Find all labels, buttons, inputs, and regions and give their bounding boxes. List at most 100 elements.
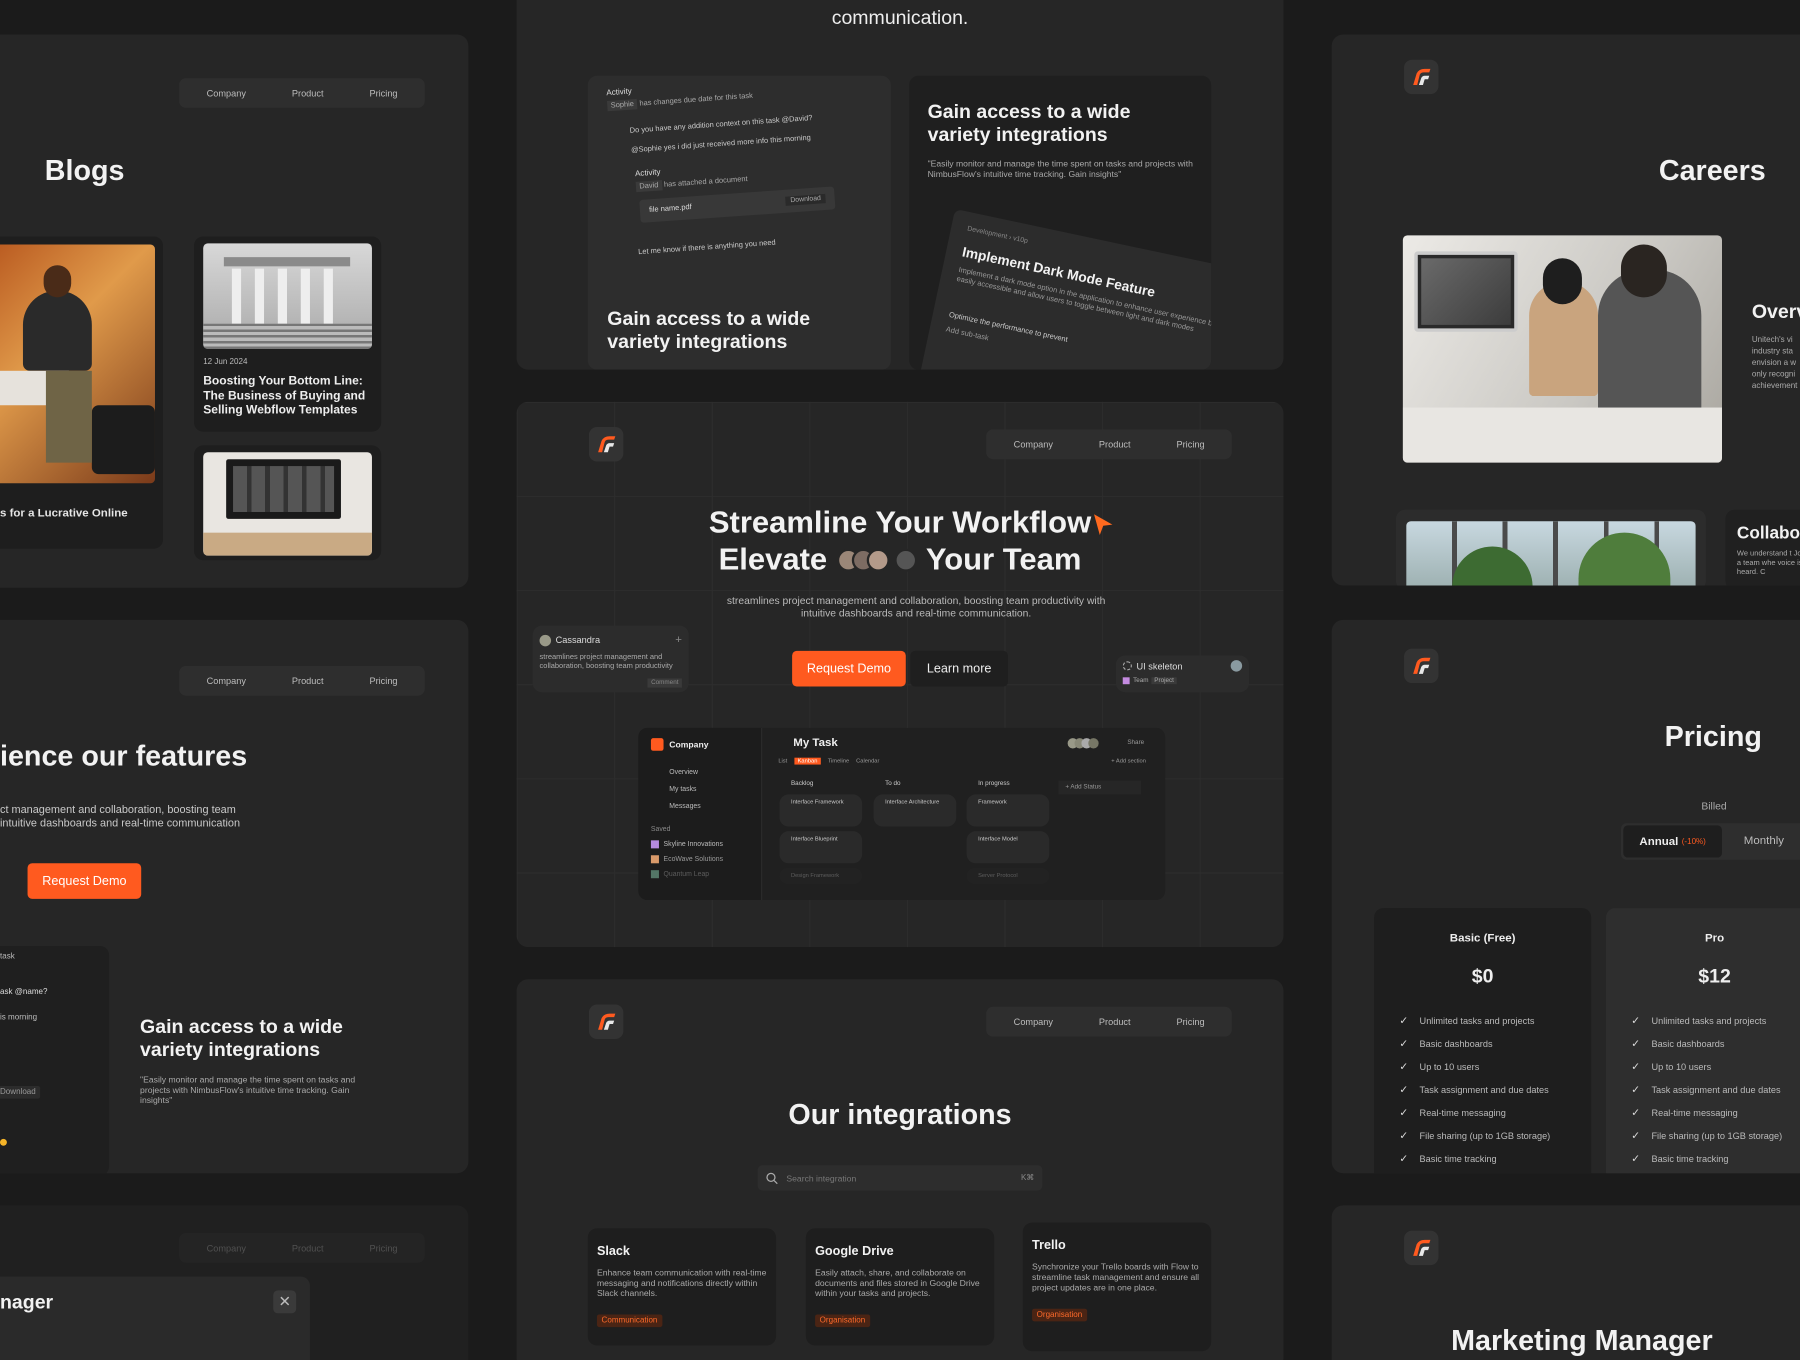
task-card[interactable]: Server Protocol xyxy=(966,867,1050,884)
app-logo[interactable] xyxy=(1404,648,1439,684)
share-button[interactable]: Share xyxy=(1127,739,1144,746)
nav-pricing[interactable]: Pricing xyxy=(1156,1017,1225,1027)
sidebar-item-overview[interactable]: Overview xyxy=(669,769,761,776)
billing-annual-option[interactable]: Annual (-10%) xyxy=(1623,825,1722,858)
request-demo-button[interactable]: Request Demo xyxy=(792,650,906,687)
feature-text: Real-time messaging xyxy=(1651,1107,1738,1118)
nav-product[interactable]: Product xyxy=(271,676,344,686)
plus-icon[interactable]: + xyxy=(675,634,682,647)
sidebar-item-messages[interactable]: Messages xyxy=(669,804,761,811)
view-tab-list[interactable]: List xyxy=(778,758,787,765)
plan-card-pro: Pro $12 ✓ Unlimited tasks and projects ✓ B… xyxy=(1606,908,1800,1174)
blog-card[interactable] xyxy=(194,445,382,561)
color-dot xyxy=(1122,677,1130,685)
nav-product[interactable]: Product xyxy=(271,88,344,98)
activity-text: has attached a document xyxy=(663,175,748,190)
app-logo[interactable] xyxy=(1404,59,1439,95)
feature-item: ✓ Basic time tracking xyxy=(1631,1147,1800,1170)
feature-item: ✓ File sharing (up to 1GB storage) xyxy=(1631,1124,1800,1147)
nav-pricing[interactable]: Pricing xyxy=(1156,439,1225,449)
office-photo xyxy=(1402,235,1722,463)
task-name: Design Framework xyxy=(790,872,840,880)
check-icon: ✓ xyxy=(1631,1106,1640,1118)
blog-card-left[interactable]: s for a Lucrative Online xyxy=(0,236,164,549)
nav-company[interactable]: Company xyxy=(186,88,267,98)
integration-card-trello[interactable]: Trello Synchronize your Trello boards wi… xyxy=(1022,1222,1212,1352)
feature-text: Basic time tracking xyxy=(1419,1153,1497,1164)
monitor-photo xyxy=(203,452,372,556)
search-input[interactable]: Search integration K⌘ xyxy=(757,1165,1043,1191)
breadcrumb[interactable]: Development xyxy=(967,226,1008,241)
nav-pricing[interactable]: Pricing xyxy=(349,88,418,98)
page-title: Our integrations xyxy=(788,1098,1012,1131)
kanban-column: Backlog Interface Framework Interface Bl… xyxy=(779,781,863,884)
view-tab-calendar[interactable]: Calendar xyxy=(856,758,879,765)
view-tab-timeline[interactable]: Timeline xyxy=(828,758,849,765)
check-icon: ✓ xyxy=(1399,1037,1409,1049)
skeleton-card: UI skeleton Team Project xyxy=(1115,655,1250,693)
app-logo[interactable] xyxy=(588,1004,624,1039)
integration-card-slack[interactable]: Slack Enhance team communication with re… xyxy=(587,1228,777,1346)
activity-text: has changes due date for this task xyxy=(639,91,754,108)
job-panel: Company Product Pricing nager ✕ xyxy=(0,1205,469,1360)
project-item[interactable]: EcoWave Solutions xyxy=(664,856,723,863)
integration-name: Google Drive xyxy=(815,1244,894,1259)
close-icon[interactable]: ✕ xyxy=(273,1290,297,1314)
collab-heading: Collabo xyxy=(1736,523,1800,544)
nav-pricing[interactable]: Pricing xyxy=(349,676,418,686)
task-name: Interface Model xyxy=(978,835,1018,843)
gain-title: Gain access to a wide variety integratio… xyxy=(607,307,811,353)
sidebar-item-my-tasks[interactable]: My tasks xyxy=(669,786,761,793)
dashed-circle-icon xyxy=(1122,661,1132,671)
nav-company[interactable]: Company xyxy=(993,439,1074,449)
feature-item: ✓ Up to 10 users xyxy=(1631,1055,1800,1078)
download-button[interactable]: Download xyxy=(785,193,826,206)
add-section-button[interactable]: + Add section xyxy=(1111,758,1146,765)
task-card[interactable]: Interface Framework xyxy=(779,794,863,827)
avatar xyxy=(866,548,890,572)
integration-name: Trello xyxy=(1032,1238,1066,1253)
nav-product[interactable]: Product xyxy=(1078,1017,1151,1027)
learn-more-button[interactable]: Learn more xyxy=(910,650,1008,687)
integration-card-google-drive[interactable]: Google Drive Easily attach, share, and c… xyxy=(805,1228,995,1346)
avatar xyxy=(539,634,552,646)
nav-pricing[interactable]: Pricing xyxy=(349,1243,418,1253)
app-logo xyxy=(650,738,664,751)
avatar-group xyxy=(836,548,917,572)
download-button[interactable]: Download xyxy=(0,1086,41,1099)
task-name: Interface Framework xyxy=(790,799,844,806)
integrations-preview-panel: communication. Activity Sophie has chang… xyxy=(516,0,1284,370)
nav-company[interactable]: Company xyxy=(186,1243,267,1253)
request-demo-button[interactable]: Request Demo xyxy=(27,863,142,899)
nav-company[interactable]: Company xyxy=(993,1017,1074,1027)
task-card[interactable]: Framework xyxy=(966,794,1050,827)
app-logo[interactable] xyxy=(588,427,624,462)
comment-card: Cassandra + streamlines project manageme… xyxy=(532,625,689,693)
integration-desc: Synchronize your Trello boards with Flow… xyxy=(1032,1261,1200,1293)
task-card[interactable]: Interface Blueprint xyxy=(779,831,863,864)
app-preview: Company Overview My tasks Messages Saved… xyxy=(638,727,1166,901)
project-item[interactable]: Skyline Innovations xyxy=(664,841,723,848)
breadcrumb[interactable]: v10p xyxy=(1012,235,1028,245)
plan-price: $12 xyxy=(1698,965,1731,988)
task-card[interactable]: Design Framework xyxy=(779,867,863,884)
add-status-button[interactable]: + Add Status xyxy=(1058,780,1142,795)
feature-item: ✓ Basic dashboards xyxy=(1631,1032,1800,1055)
nav-company[interactable]: Company xyxy=(186,676,267,686)
nav-product[interactable]: Product xyxy=(1078,439,1151,449)
discount-badge: (-10%) xyxy=(1681,837,1706,846)
blog-card[interactable]: 12 Jun 2024 Boosting Your Bottom Line: T… xyxy=(194,236,382,432)
kanban-column: To do Interface Architecture xyxy=(873,781,957,827)
gain-title: Gain access to a wide variety integratio… xyxy=(927,101,1131,146)
task-card[interactable]: Interface Architecture xyxy=(873,794,957,827)
view-tab-kanban[interactable]: Kanban xyxy=(794,757,821,765)
workspace-name[interactable]: Company xyxy=(669,739,708,749)
feature-text: Basic dashboards xyxy=(1419,1038,1493,1049)
comment-button[interactable]: Comment xyxy=(647,678,682,688)
project-item[interactable]: Quantum Leap xyxy=(664,871,710,878)
billing-monthly-option[interactable]: Monthly xyxy=(1744,835,1784,848)
task-card[interactable]: Interface Model xyxy=(966,831,1050,864)
app-logo[interactable] xyxy=(1404,1230,1439,1266)
feature-item: ✓ Basic dashboards xyxy=(1399,1032,1591,1055)
nav-product[interactable]: Product xyxy=(271,1243,344,1253)
